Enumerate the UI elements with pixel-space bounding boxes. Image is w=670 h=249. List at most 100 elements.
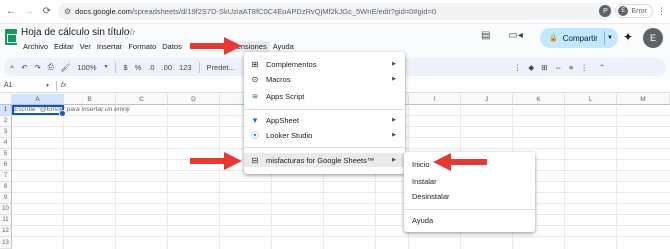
submenu-arrow-icon: ▶ [392, 61, 396, 67]
column-header-k[interactable]: K [513, 94, 565, 105]
row-header-5[interactable]: 5 [0, 149, 12, 160]
column-header-l[interactable]: L [565, 94, 617, 105]
column-header-b[interactable]: B [64, 94, 116, 105]
annotation-arrow-inicio [433, 153, 487, 171]
row-header-8[interactable]: 8 [0, 182, 12, 193]
menu-item-label: Macros [266, 74, 291, 84]
column-header-m[interactable]: M [617, 94, 670, 105]
share-dropdown-icon[interactable]: ▼ [607, 35, 613, 41]
search-menus-icon[interactable]: ⌕ [10, 62, 14, 72]
back-icon[interactable]: ← [4, 5, 18, 19]
submenu-separator [404, 209, 535, 210]
menu-archivo[interactable]: Archivo [20, 41, 51, 52]
decrease-decimals-button[interactable]: .0 [148, 63, 154, 72]
sheets-logo-icon[interactable] [5, 29, 17, 45]
more-tools-icon[interactable]: ⋮ [514, 63, 522, 72]
submenu-item-desinstalar[interactable]: Desinstalar [412, 192, 450, 201]
submenu-item-instalar[interactable]: Instalar [412, 177, 437, 186]
submenu-item-ayuda[interactable]: Ayuda [412, 216, 433, 225]
menu-insertar[interactable]: Insertar [94, 41, 125, 52]
redo-icon[interactable]: ↷ [35, 63, 41, 72]
column-header-c[interactable]: C [116, 94, 168, 105]
row-header-1[interactable]: 1 [0, 105, 12, 116]
profile-avatar[interactable]: P [599, 5, 612, 17]
menu-item-appsheet[interactable]: ▼ AppSheet ▶ [244, 113, 405, 127]
collapse-toolbar-icon[interactable]: ⌃ [599, 63, 605, 72]
zoom-dropdown-icon[interactable]: ▼ [104, 64, 109, 70]
menu-item-label: Complementos [266, 59, 317, 69]
row-header-9[interactable]: 9 [0, 193, 12, 204]
meet-icon[interactable]: ▭◂ [508, 30, 522, 41]
grid-row-line [12, 192, 670, 193]
zoom-select[interactable]: 100% [77, 63, 96, 72]
currency-format-button[interactable]: $ [123, 63, 127, 72]
font-select[interactable]: Predet... [207, 63, 235, 72]
more-icon[interactable]: ⋮ [580, 63, 588, 72]
column-header-i[interactable]: I [409, 94, 461, 105]
paint-format-icon[interactable]: 🖌 [61, 63, 71, 72]
name-box[interactable]: A1 [0, 82, 45, 89]
grid-row-line [12, 236, 670, 237]
browser-menu-icon[interactable]: ⋮ [657, 6, 666, 17]
select-all-corner[interactable] [0, 94, 12, 105]
row-header-3[interactable]: 3 [0, 127, 12, 138]
address-bar[interactable]: ⚙ docs.google.com/spreadsheets/d/19f2S7D… [58, 3, 614, 20]
grid-col-line [167, 105, 168, 249]
borders-icon[interactable]: ⊞ [541, 63, 547, 72]
row-header-13[interactable]: 13 [0, 237, 12, 249]
column-header-a[interactable]: A [12, 94, 64, 105]
menubar: Archivo Editar Ver Insertar Formato Dato… [20, 41, 297, 52]
row-header-2[interactable]: 2 [0, 116, 12, 127]
increase-decimals-button[interactable]: .00 [162, 63, 172, 72]
menu-item-misfacturas[interactable]: ⊟ misfacturas for Google Sheets™ ▶ [244, 153, 405, 167]
menu-datos[interactable]: Datos [159, 41, 185, 52]
menu-ayuda[interactable]: Ayuda [270, 41, 297, 52]
percent-format-button[interactable]: % [135, 63, 142, 72]
submenu-item-inicio[interactable]: Inicio [412, 160, 430, 169]
lock-icon: 🔒 [549, 35, 558, 42]
row-header-11[interactable]: 11 [0, 215, 12, 226]
align-icon[interactable]: ≡ [569, 63, 573, 72]
share-button[interactable]: 🔒 Compartir ▼ [540, 28, 618, 48]
submenu-arrow-icon: ▶ [392, 157, 396, 163]
row-header-7[interactable]: 7 [0, 171, 12, 182]
comments-icon[interactable]: ▤ [481, 30, 490, 41]
merge-icon[interactable]: ⇔ [554, 63, 562, 72]
row-header-6[interactable]: 6 [0, 160, 12, 171]
document-title[interactable]: Hoja de cálculo sin título [21, 27, 129, 38]
menu-item-apps-script[interactable]: ≋ Apps Script [244, 89, 405, 103]
grid-row-line [12, 214, 670, 215]
toolbar-divider [198, 61, 200, 73]
undo-icon[interactable]: ↶ [21, 63, 27, 72]
apps-script-icon: ≋ [251, 91, 259, 101]
emoji-hint: Escribe "@Emoji" para insertar un emoji [14, 106, 130, 113]
menu-item-label: AppSheet [266, 115, 299, 125]
reload-icon[interactable]: ⟳ [40, 5, 54, 19]
user-avatar[interactable]: E [643, 28, 663, 48]
extensions-menu: ⊞ Complementos ▶ ⊙ Macros ▶ ≋ Apps Scrip… [244, 52, 405, 174]
star-icon[interactable]: ☆ [128, 27, 136, 38]
row-header-4[interactable]: 4 [0, 138, 12, 149]
site-info-icon[interactable]: ⚙ [64, 7, 71, 16]
menu-ver[interactable]: Ver [77, 41, 94, 52]
name-box-dropdown-icon[interactable]: ▼ [45, 83, 50, 89]
toolbar-divider [115, 61, 117, 73]
fill-color-icon[interactable]: ◆ [528, 63, 534, 72]
menu-item-complementos[interactable]: ⊞ Complementos ▶ [244, 57, 405, 71]
print-icon[interactable]: ⎙ [48, 62, 54, 72]
profile-error-button[interactable]: E Error [615, 4, 653, 18]
forward-icon[interactable]: → [22, 5, 36, 19]
row-header-12[interactable]: 12 [0, 226, 12, 237]
looker-studio-icon: ⦿ [251, 130, 259, 140]
menu-item-looker-studio[interactable]: ⦿ Looker Studio ▶ [244, 128, 405, 142]
menu-item-macros[interactable]: ⊙ Macros ▶ [244, 72, 405, 86]
column-header-j[interactable]: J [461, 94, 513, 105]
gemini-icon[interactable]: ✦ [623, 30, 633, 44]
annotation-arrow-extensiones [190, 37, 242, 55]
menu-editar[interactable]: Editar [51, 41, 77, 52]
row-header-10[interactable]: 10 [0, 204, 12, 215]
menu-formato[interactable]: Formato [125, 41, 159, 52]
number-format-button[interactable]: 123 [179, 63, 192, 72]
macros-icon: ⊙ [251, 74, 259, 84]
column-header-d[interactable]: D [168, 94, 220, 105]
